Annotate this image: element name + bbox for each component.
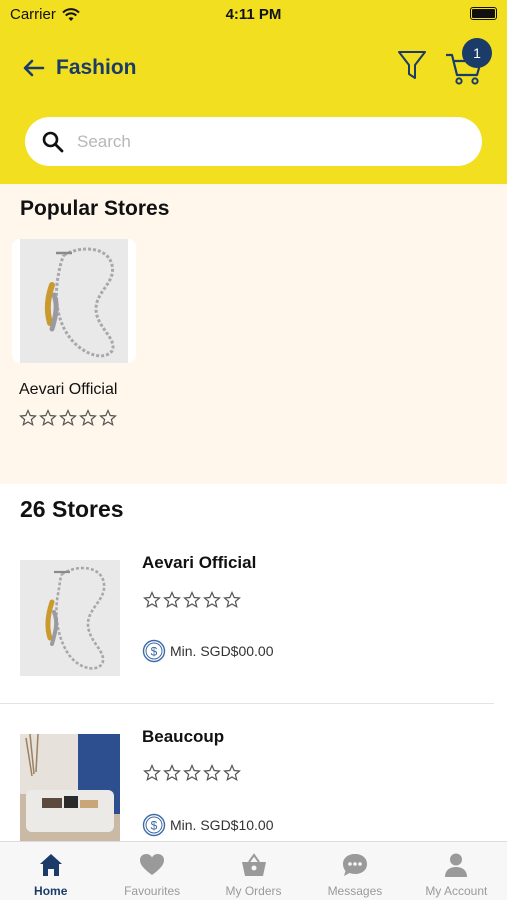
store-thumbnail[interactable] — [20, 734, 120, 841]
star-icon — [163, 764, 181, 782]
store-name[interactable]: Aevari Official — [142, 553, 256, 573]
star-icon — [183, 764, 201, 782]
tab-home[interactable]: Home — [0, 842, 101, 900]
dollar-coin-icon: $ — [142, 813, 166, 837]
store-rating — [143, 764, 241, 782]
status-time: 4:11 PM — [225, 6, 282, 23]
dollar-coin-icon: $ — [142, 639, 166, 663]
min-order-label: Min. SGD$00.00 — [170, 643, 274, 659]
search-icon — [42, 131, 64, 153]
tab-my-account[interactable]: My Account — [406, 842, 507, 900]
star-icon — [223, 591, 241, 609]
battery-icon — [470, 7, 497, 20]
back-arrow-icon[interactable] — [20, 54, 48, 82]
star-icon — [59, 409, 77, 427]
min-order: $ Min. SGD$10.00 — [142, 813, 274, 837]
min-order-label: Min. SGD$10.00 — [170, 817, 274, 833]
basket-icon — [241, 853, 266, 876]
star-icon — [223, 764, 241, 782]
tab-label: My Account — [425, 884, 488, 898]
store-row[interactable]: Aevari Official $ Min. SGD$00.00 — [0, 540, 507, 704]
filter-icon[interactable] — [396, 48, 428, 82]
tab-messages[interactable]: Messages — [304, 842, 405, 900]
min-order: $ Min. SGD$00.00 — [142, 639, 274, 663]
furniture-photo — [20, 734, 120, 841]
star-icon — [39, 409, 57, 427]
page-title: Fashion — [56, 56, 137, 79]
star-icon — [79, 409, 97, 427]
nav-row: Fashion — [0, 42, 507, 92]
status-bar: Carrier 4:11 PM — [0, 0, 507, 30]
svg-text:$: $ — [151, 819, 158, 833]
tab-label: My Orders — [225, 884, 282, 898]
star-icon — [99, 409, 117, 427]
person-icon — [445, 853, 468, 877]
tab-label: Messages — [327, 884, 383, 898]
search-bar[interactable] — [25, 117, 482, 166]
popular-stores-title: Popular Stores — [20, 197, 170, 220]
necklace-photo — [20, 239, 128, 363]
popular-store-rating — [19, 409, 117, 427]
star-icon — [163, 591, 181, 609]
stores-count-title: 26 Stores — [20, 496, 124, 522]
tab-my-orders[interactable]: My Orders — [203, 842, 304, 900]
svg-text:$: $ — [151, 645, 158, 659]
popular-store-name[interactable]: Aevari Official — [19, 381, 117, 399]
store-name[interactable]: Beaucoup — [142, 727, 224, 747]
header-bar: Carrier 4:11 PM Fashion 1 — [0, 0, 507, 184]
popular-store-image[interactable] — [12, 239, 136, 363]
star-icon — [183, 591, 201, 609]
tab-favourites[interactable]: Favourites — [101, 842, 202, 900]
star-icon — [203, 591, 221, 609]
star-icon — [203, 764, 221, 782]
star-icon — [143, 591, 161, 609]
tab-label: Home — [34, 884, 68, 898]
cart-count-badge: 1 — [462, 38, 492, 68]
store-rating — [143, 591, 241, 609]
star-icon — [19, 409, 37, 427]
tab-bar: Home Favourites My Orders Messages My Ac… — [0, 841, 507, 900]
star-icon — [143, 764, 161, 782]
necklace-photo — [20, 560, 120, 676]
popular-stores-section: Popular Stores Aevari Official — [0, 184, 507, 484]
home-icon — [39, 854, 62, 876]
tab-label: Favourites — [124, 884, 181, 898]
chat-bubble-icon — [342, 854, 367, 876]
store-row[interactable]: Beaucoup $ Min. SGD$10.00 — [0, 704, 507, 841]
store-thumbnail[interactable] — [20, 560, 120, 676]
heart-icon — [140, 854, 165, 875]
search-input[interactable] — [77, 127, 457, 157]
